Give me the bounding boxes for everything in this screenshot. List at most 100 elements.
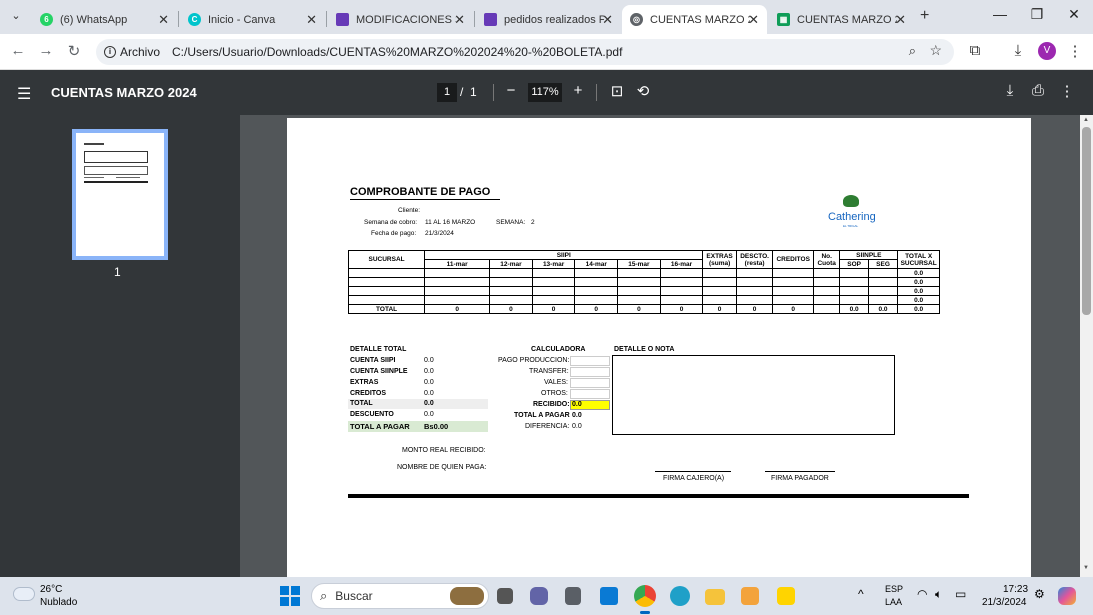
back-button[interactable]: ← bbox=[8, 42, 28, 59]
page-thumbnail[interactable] bbox=[72, 129, 168, 260]
scrollbar[interactable]: ▲ ▼ bbox=[1080, 115, 1093, 577]
active-app-indicator bbox=[640, 611, 650, 614]
print-icon[interactable]: ⎙ bbox=[1028, 82, 1048, 99]
table-row: 0.0 bbox=[347, 268, 940, 278]
day-header: 15-mar bbox=[617, 259, 661, 269]
tab-modificaciones[interactable]: MODIFICACIONES SE ✕ bbox=[328, 5, 473, 34]
seg-header: SEG bbox=[867, 259, 899, 269]
close-icon[interactable]: ✕ bbox=[158, 12, 169, 28]
reload-button[interactable]: ↻ bbox=[64, 42, 84, 60]
calculadora-header: CALCULADORA bbox=[531, 346, 586, 353]
weather-desc: Nublado bbox=[40, 597, 78, 608]
clock-time[interactable]: 17:23 bbox=[1003, 584, 1028, 595]
close-icon[interactable]: ✕ bbox=[454, 12, 465, 28]
url-text: C:/Users/Usuario/Downloads/CUENTAS%20MAR… bbox=[172, 45, 623, 59]
search-box[interactable]: ⌕ Buscar bbox=[311, 583, 489, 609]
file-explorer-icon[interactable] bbox=[705, 589, 725, 605]
language-code[interactable]: ESP bbox=[885, 584, 903, 594]
more-options-icon[interactable]: ⋮ bbox=[1057, 82, 1077, 100]
forward-button[interactable]: → bbox=[36, 42, 56, 59]
tab-cuentas-sheets[interactable]: ▦ CUENTAS MARZO 20 ✕ bbox=[769, 5, 914, 34]
semana-value: 2 bbox=[531, 219, 535, 226]
creditos-header: CREDITOS bbox=[772, 250, 814, 269]
extensions-icon[interactable]: ⧉ bbox=[965, 42, 985, 59]
tab-search-button[interactable]: ⌄ bbox=[6, 9, 26, 25]
site-chip-label: Archivo bbox=[120, 45, 161, 59]
descto-header: DESCTO. (resta) bbox=[735, 250, 774, 269]
tab-title: CUENTAS MARZO 20 bbox=[650, 13, 750, 26]
avatar[interactable]: V bbox=[1038, 42, 1056, 60]
sucursal-table: SUCURSAL SIIPI EXTRAS (suma) DESCTO. (rest… bbox=[347, 250, 940, 314]
table-row: 0.0 bbox=[347, 295, 940, 305]
tab-canva[interactable]: C Inicio - Canva ✕ bbox=[180, 5, 325, 34]
teams-icon[interactable] bbox=[530, 587, 548, 605]
chrome-icon[interactable] bbox=[634, 585, 656, 607]
rotate-icon[interactable]: ⟲ bbox=[633, 82, 653, 100]
volume-icon[interactable]: 🔈︎ bbox=[935, 587, 942, 602]
detalle-nota-header: DETALLE O NOTA bbox=[614, 346, 675, 353]
forms-icon bbox=[484, 13, 497, 26]
fit-page-icon[interactable]: ⊡ bbox=[607, 82, 627, 100]
siinple-header: SIINPLE bbox=[839, 250, 899, 260]
total-sucursal-header: TOTAL X SUCURSAL bbox=[897, 250, 940, 269]
calculator-icon[interactable] bbox=[565, 587, 581, 605]
restore-button[interactable]: ❐ bbox=[1027, 6, 1047, 23]
download-icon[interactable]: ⤓ bbox=[1008, 42, 1028, 59]
sucursal-header: SUCURSAL bbox=[347, 250, 426, 269]
copilot-icon[interactable] bbox=[1058, 587, 1076, 605]
tab-pedidos[interactable]: pedidos realizados PC ✕ bbox=[476, 5, 621, 34]
search-icon: ⌕ bbox=[320, 588, 328, 603]
task-view-icon[interactable] bbox=[497, 588, 513, 604]
close-icon[interactable]: ✕ bbox=[895, 12, 906, 28]
scrollbar-thumb[interactable] bbox=[1082, 127, 1091, 315]
thumbnail-page-number: 1 bbox=[114, 265, 121, 279]
cuota-header: No. Cuota bbox=[812, 250, 841, 269]
semana-label: SEMANA: bbox=[496, 219, 526, 226]
battery-icon[interactable]: ▭ bbox=[955, 587, 966, 601]
detalle-nota-box bbox=[612, 355, 895, 435]
clock-date[interactable]: 21/3/2024 bbox=[982, 597, 1027, 608]
tab-title: CUENTAS MARZO 20 bbox=[797, 13, 897, 26]
day-header: 13-mar bbox=[531, 259, 576, 269]
address-bar[interactable]: i Archivo C:/Users/Usuario/Downloads/CUE… bbox=[96, 39, 954, 65]
info-icon: i bbox=[104, 46, 116, 58]
tray-chevron-icon[interactable]: ^ bbox=[858, 587, 864, 601]
firma-cajero-label: FIRMA CAJERO(A) bbox=[663, 475, 725, 482]
zoom-in-icon[interactable]: + bbox=[568, 82, 588, 99]
forms-icon bbox=[336, 13, 349, 26]
tab-title: (6) WhatsApp bbox=[60, 13, 128, 26]
wifi-icon[interactable]: ◠ bbox=[917, 587, 927, 601]
sticky-notes-icon[interactable] bbox=[777, 587, 795, 605]
tab-whatsapp[interactable]: 6 (6) WhatsApp ✕ bbox=[32, 5, 177, 34]
page-total: 1 bbox=[470, 85, 477, 99]
taskbar: 26°C Nublado ⌕ Buscar ^ ESP LAA ◠ 🔈︎ ▭ 1… bbox=[0, 577, 1093, 615]
close-icon[interactable]: ✕ bbox=[306, 12, 317, 28]
page-separator: / bbox=[460, 85, 464, 99]
language-sub: LAA bbox=[885, 597, 903, 607]
search-highlight-icon bbox=[450, 587, 484, 605]
zoom-out-icon[interactable]: − bbox=[501, 82, 521, 99]
download-icon[interactable]: ⤓ bbox=[1000, 82, 1020, 99]
bookmark-star-icon[interactable]: ☆ bbox=[929, 42, 942, 59]
edge-icon[interactable] bbox=[670, 586, 690, 606]
new-tab-button[interactable]: + bbox=[920, 7, 929, 25]
extras-header: EXTRAS (suma) bbox=[702, 250, 737, 269]
zoom-icon[interactable]: ⌕ bbox=[909, 43, 916, 59]
close-icon[interactable]: ✕ bbox=[602, 12, 613, 28]
vscode-icon[interactable] bbox=[600, 587, 618, 605]
page-input[interactable]: 1 bbox=[437, 83, 457, 102]
notification-bell-icon[interactable]: ⚙ bbox=[1034, 587, 1045, 601]
firma-pagador-label: FIRMA PAGADOR bbox=[771, 475, 829, 482]
site-info-chip[interactable]: i Archivo bbox=[104, 45, 160, 59]
zoom-input[interactable]: 117% bbox=[528, 83, 562, 102]
store-icon[interactable] bbox=[741, 587, 759, 605]
tab-cuentas-pdf[interactable]: ◎ CUENTAS MARZO 20 ✕ bbox=[622, 5, 767, 34]
close-icon[interactable]: ✕ bbox=[748, 12, 759, 28]
pdf-viewer[interactable]: COMPROBANTE DE PAGO Cliente: Semana de c… bbox=[240, 115, 1080, 577]
close-window-button[interactable]: ✕ bbox=[1064, 6, 1084, 23]
start-button[interactable] bbox=[280, 586, 300, 606]
fecha-value: 21/3/2024 bbox=[425, 230, 454, 237]
minimize-button[interactable]: — bbox=[990, 6, 1010, 22]
menu-icon[interactable]: ⋮ bbox=[1065, 42, 1085, 60]
hamburger-menu-icon[interactable]: ☰ bbox=[17, 84, 31, 104]
